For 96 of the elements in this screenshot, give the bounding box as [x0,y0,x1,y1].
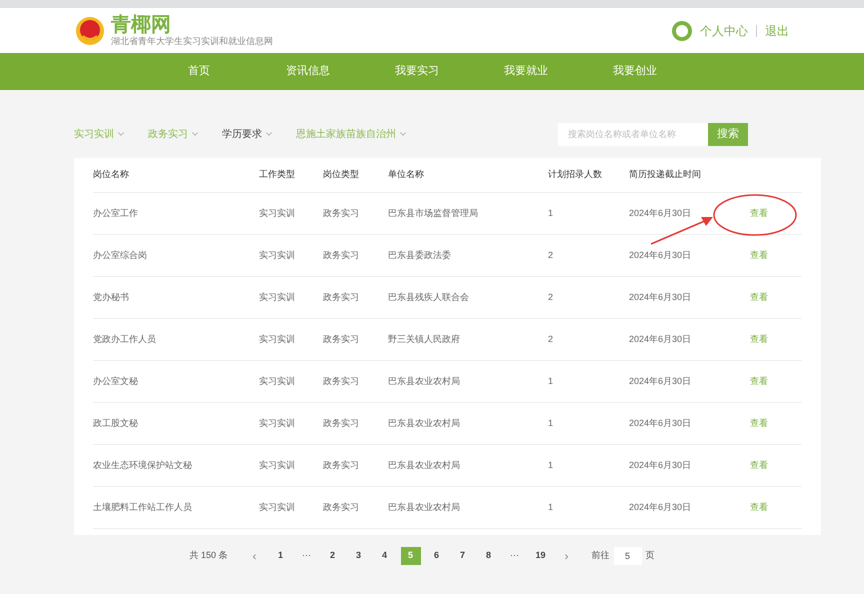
page-button[interactable]: 1 [270,547,291,565]
table-cell: 巴东县委政法委 [388,250,451,260]
view-link[interactable]: 查看 [750,206,768,220]
view-link[interactable]: 查看 [750,332,768,346]
table-cell: 党办秘书 [93,292,129,302]
column-header: 岗位名称 [93,169,129,180]
filter-dropdown[interactable]: 学历要求 [222,126,274,142]
table-cell: 2 [548,292,554,302]
page-button[interactable]: 6 [426,547,447,565]
table-cell: 巴东县农业农村局 [388,460,460,470]
view-link[interactable]: 查看 [750,248,768,262]
column-header: 计划招录人数 [548,169,602,180]
table-cell: 办公室文秘 [93,376,138,386]
table-cell: 实习实训 [259,502,295,512]
table-cell: 政务实习 [323,208,359,218]
table-cell: 巴东县残疾人联合会 [388,292,469,302]
table-cell: 巴东县农业农村局 [388,418,460,428]
table-cell: 实习实训 [259,460,295,470]
filter-dropdown[interactable]: 实习实训 [74,126,126,142]
table-cell: 农业生态环境保护站文秘 [93,460,192,470]
page-button[interactable]: 5 [400,547,421,565]
table-cell: 2024年6月30日 [629,208,692,218]
page-button[interactable]: 4 [374,547,395,565]
table-cell: 2 [548,334,554,344]
table-cell: 巴东县农业农村局 [388,376,460,386]
table-cell: 2024年6月30日 [629,292,692,302]
page-button[interactable]: 3 [348,547,369,565]
table-cell: 政务实习 [323,418,359,428]
table-cell: 实习实训 [259,292,295,302]
filter-dropdown[interactable]: 恩施土家族苗族自治州 [296,126,408,142]
nav-item[interactable]: 我要创业 [580,63,690,80]
table-cell: 办公室综合岗 [93,250,147,260]
table-cell: 实习实训 [259,418,295,428]
page-input[interactable]: 5 [614,547,642,565]
table-cell: 巴东县农业农村局 [388,502,460,512]
page-button[interactable]: 19 [530,547,551,565]
table-cell: 土壤肥料工作站工作人员 [93,502,192,512]
next-page-button[interactable]: › [554,547,580,565]
ellipsis: ··· [509,549,520,562]
table-cell: 1 [548,502,554,512]
table-cell: 办公室工作 [93,208,138,218]
page-button[interactable]: 7 [452,547,473,565]
filter-dropdown[interactable]: 政务实习 [148,126,200,142]
view-link[interactable]: 查看 [750,290,768,304]
search-button[interactable]: 搜索 [708,122,748,146]
table-cell: 实习实训 [259,334,295,344]
goto-label: 前往 [592,549,610,562]
column-header: 单位名称 [388,169,424,180]
avatar-icon [672,20,692,40]
nav-item[interactable]: 首页 [144,63,254,80]
table-cell: 政务实习 [323,250,359,260]
column-header: 岗位类型 [323,169,359,180]
table-cell: 实习实训 [259,250,295,260]
view-link[interactable]: 查看 [750,500,768,514]
view-link[interactable]: 查看 [750,416,768,430]
table-cell: 政务实习 [323,292,359,302]
table-cell: 2024年6月30日 [629,502,692,512]
page-button[interactable]: 2 [322,547,343,565]
table-cell: 实习实训 [259,376,295,386]
nav-item[interactable]: 我要就业 [472,63,580,80]
table-cell: 党政办工作人员 [93,334,156,344]
view-link[interactable]: 查看 [750,458,768,472]
table-cell: 1 [548,418,554,428]
table-cell: 1 [548,460,554,470]
table-cell: 政务实习 [323,460,359,470]
nav-item[interactable]: 我要实习 [362,63,472,80]
page-button[interactable]: 8 [478,547,499,565]
search-field[interactable]: 搜索岗位名称或者单位名称 [558,122,708,146]
nav-item[interactable]: 资讯信息 [254,63,362,80]
header-link[interactable]: 退出 [765,22,789,40]
ellipsis: ··· [301,549,312,562]
table-cell: 1 [548,376,554,386]
table-cell: 野三关镇人民政府 [388,334,460,344]
table-cell: 政务实习 [323,334,359,344]
header-link[interactable]: 个人中心 [700,22,748,40]
table-cell: 2024年6月30日 [629,334,692,344]
prev-page-button[interactable]: ‹ [242,547,268,565]
column-header: 简历投递截止时间 [629,169,701,180]
table-cell: 政务实习 [323,376,359,386]
table-cell: 巴东县市场监督管理局 [388,208,478,218]
table-cell: 2 [548,250,554,260]
site-subtitle: 湖北省青年大学生实习实训和就业信息网 [111,37,273,46]
table-cell: 政务实习 [323,502,359,512]
table-cell: 政工股文秘 [93,418,138,428]
table-cell: 2024年6月30日 [629,376,692,386]
site-title: 青椰网 [111,15,172,35]
table-cell: 实习实训 [259,208,295,218]
table-cell: 1 [548,208,554,218]
table-cell: 2024年6月30日 [629,250,692,260]
emblem-logo [75,16,105,46]
column-header: 工作类型 [259,169,295,180]
table-cell: 2024年6月30日 [629,460,692,470]
view-link[interactable]: 查看 [750,374,768,388]
page-suffix: 页 [646,549,655,562]
table-cell: 2024年6月30日 [629,418,692,428]
total-count: 共 150 条 [189,549,228,562]
